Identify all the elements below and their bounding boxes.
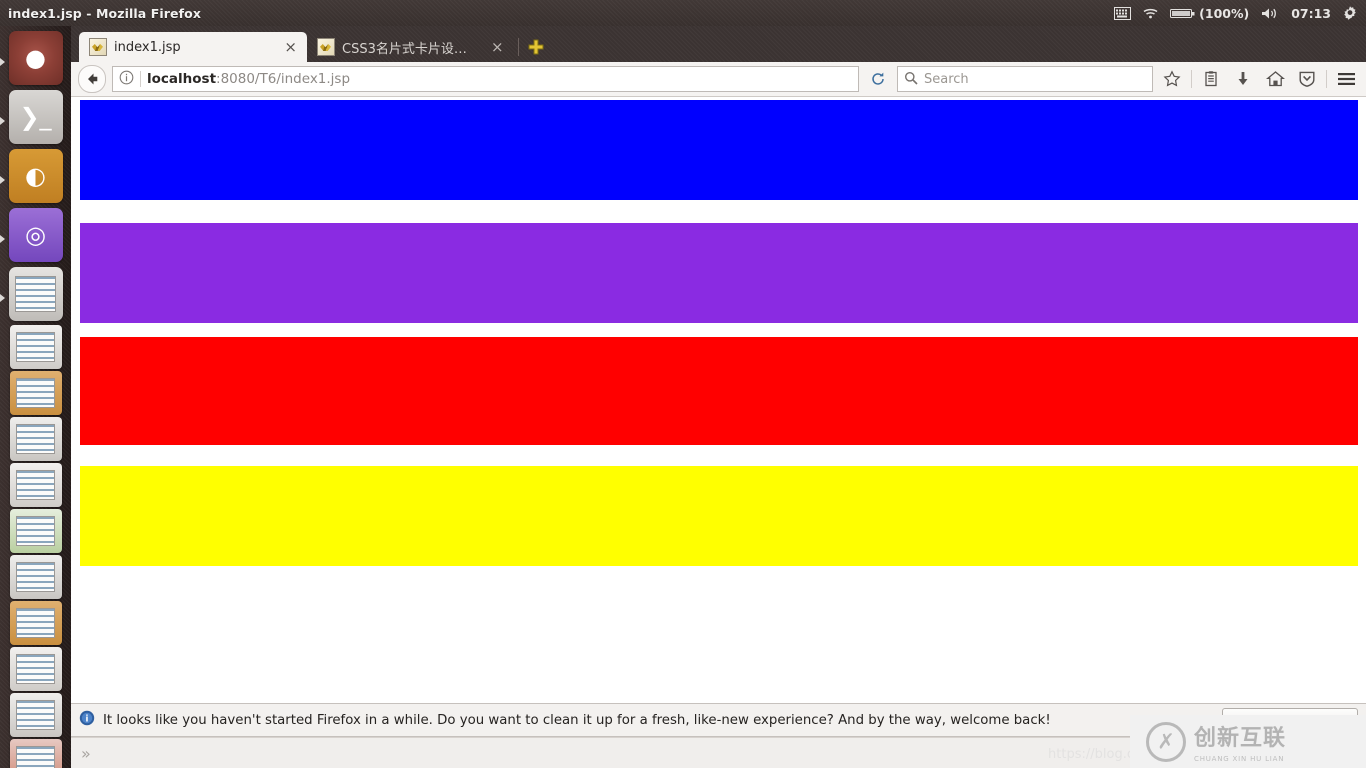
launcher-icon-document-9[interactable] [10, 693, 62, 737]
firefox-window: index1.jsp × CSS3名片式卡片设… × localhost:808… [71, 26, 1366, 768]
launcher-thumbnail [16, 378, 55, 408]
block-purple [80, 223, 1358, 323]
library-icon[interactable] [1198, 66, 1224, 92]
launcher-icon-document-4[interactable] [10, 463, 62, 507]
launcher-running-indicator [0, 235, 5, 243]
launcher-icon-chromium-browser[interactable]: ◐ [9, 149, 63, 203]
launcher-thumbnail [16, 654, 55, 684]
clock[interactable]: 07:13 [1291, 6, 1331, 21]
launcher-glyph: ● [25, 46, 46, 70]
launcher-running-indicator [0, 176, 5, 184]
unity-top-panel: index1.jsp - Mozilla Firefox (100%) 07:1… [0, 0, 1366, 26]
url-bar[interactable]: localhost:8080/T6/index1.jsp [112, 66, 859, 92]
launcher-icon-document-5[interactable] [10, 509, 62, 553]
launcher-icon-files[interactable] [9, 267, 63, 321]
launcher-thumbnail [16, 700, 55, 730]
bookmark-star-icon[interactable] [1159, 66, 1185, 92]
launcher-running-indicator [0, 117, 5, 125]
tab-close-icon[interactable]: × [489, 40, 506, 55]
watermark-overlay: 创新互联 CHUANG XIN HU LIAN [1130, 715, 1366, 768]
url-host: localhost [147, 71, 216, 87]
notification-message: It looks like you haven't started Firefo… [103, 713, 1051, 728]
unity-launcher: ● ❯_ ◐ ◎ [0, 26, 71, 768]
url-text: localhost:8080/T6/index1.jsp [147, 71, 350, 87]
search-icon [904, 70, 918, 89]
launcher-thumbnail [16, 608, 55, 638]
launcher-thumbnail [16, 562, 55, 592]
watermark-text: 创新互联 CHUANG XIN HU LIAN [1194, 720, 1286, 763]
navigation-toolbar: localhost:8080/T6/index1.jsp Search [71, 62, 1366, 97]
watermark-cn-text: 创新互联 [1194, 720, 1286, 752]
wifi-icon[interactable] [1142, 7, 1159, 20]
toolbar-separator [1326, 70, 1327, 88]
launcher-running-indicator [0, 294, 5, 302]
tab-label: index1.jsp [114, 40, 275, 55]
url-path: :8080/T6/index1.jsp [216, 71, 350, 87]
volume-icon[interactable] [1260, 7, 1280, 20]
tab-favicon-icon [89, 38, 107, 56]
back-button[interactable] [78, 65, 106, 93]
launcher-icon-terminal[interactable]: ❯_ [9, 90, 63, 144]
launcher-icon-ubuntu-dash[interactable]: ● [9, 31, 63, 85]
page-content [71, 97, 1366, 703]
launcher-icon-document-1[interactable] [10, 325, 62, 369]
block-red [80, 337, 1358, 445]
keyboard-icon[interactable] [1114, 7, 1131, 20]
launcher-glyph: ◎ [25, 223, 46, 247]
watermark-url: https://blog.c [1048, 747, 1134, 762]
tab-label: CSS3名片式卡片设… [342, 38, 482, 57]
url-divider [140, 71, 141, 87]
gear-icon[interactable] [1342, 5, 1358, 21]
tab-index1-jsp[interactable]: index1.jsp × [79, 32, 307, 62]
launcher-glyph: ❯_ [19, 105, 51, 129]
tab-favicon-icon [317, 38, 335, 56]
launcher-icon-document-7[interactable] [10, 601, 62, 645]
window-title: index1.jsp - Mozilla Firefox [8, 6, 201, 21]
home-icon[interactable] [1262, 66, 1288, 92]
launcher-icon-document-3[interactable] [10, 417, 62, 461]
launcher-icon-globe-app[interactable]: ◎ [9, 208, 63, 262]
tab-strip: index1.jsp × CSS3名片式卡片设… × [71, 26, 1366, 62]
hamburger-menu-icon[interactable] [1333, 66, 1359, 92]
launcher-icon-document-6[interactable] [10, 555, 62, 599]
battery-label: (100%) [1199, 6, 1249, 21]
tab-css3-card-design[interactable]: CSS3名片式卡片设… × [307, 32, 514, 62]
launcher-icon-document-10[interactable] [10, 739, 62, 768]
pocket-shield-icon[interactable] [1294, 66, 1320, 92]
tab-separator [518, 38, 519, 56]
firefox-info-icon: i [79, 710, 95, 730]
reload-button[interactable] [865, 67, 891, 91]
launcher-running-indicator [0, 58, 5, 66]
chevron-more-icon[interactable]: » [81, 744, 89, 763]
search-bar[interactable]: Search [897, 66, 1153, 92]
new-tab-button[interactable] [523, 32, 549, 62]
launcher-thumbnail [16, 516, 55, 546]
system-tray: (100%) 07:13 [1114, 5, 1366, 21]
launcher-thumbnail [16, 332, 55, 362]
block-blue [80, 100, 1358, 200]
battery-indicator[interactable]: (100%) [1170, 6, 1249, 21]
launcher-thumbnail [16, 470, 55, 500]
download-arrow-icon[interactable] [1230, 66, 1256, 92]
x-circle-logo-icon [1146, 722, 1186, 762]
launcher-glyph: ◐ [25, 164, 46, 188]
watermark-en-text: CHUANG XIN HU LIAN [1194, 755, 1286, 763]
search-placeholder: Search [924, 72, 969, 87]
block-yellow [80, 466, 1358, 566]
launcher-icon-document-8[interactable] [10, 647, 62, 691]
info-circle-icon[interactable] [119, 70, 134, 89]
launcher-icon-document-2[interactable] [10, 371, 62, 415]
launcher-thumbnail [16, 746, 55, 768]
tab-close-icon[interactable]: × [282, 40, 299, 55]
launcher-thumbnail [15, 276, 56, 313]
svg-text:i: i [86, 715, 89, 725]
launcher-thumbnail [16, 424, 55, 454]
toolbar-separator [1191, 70, 1192, 88]
